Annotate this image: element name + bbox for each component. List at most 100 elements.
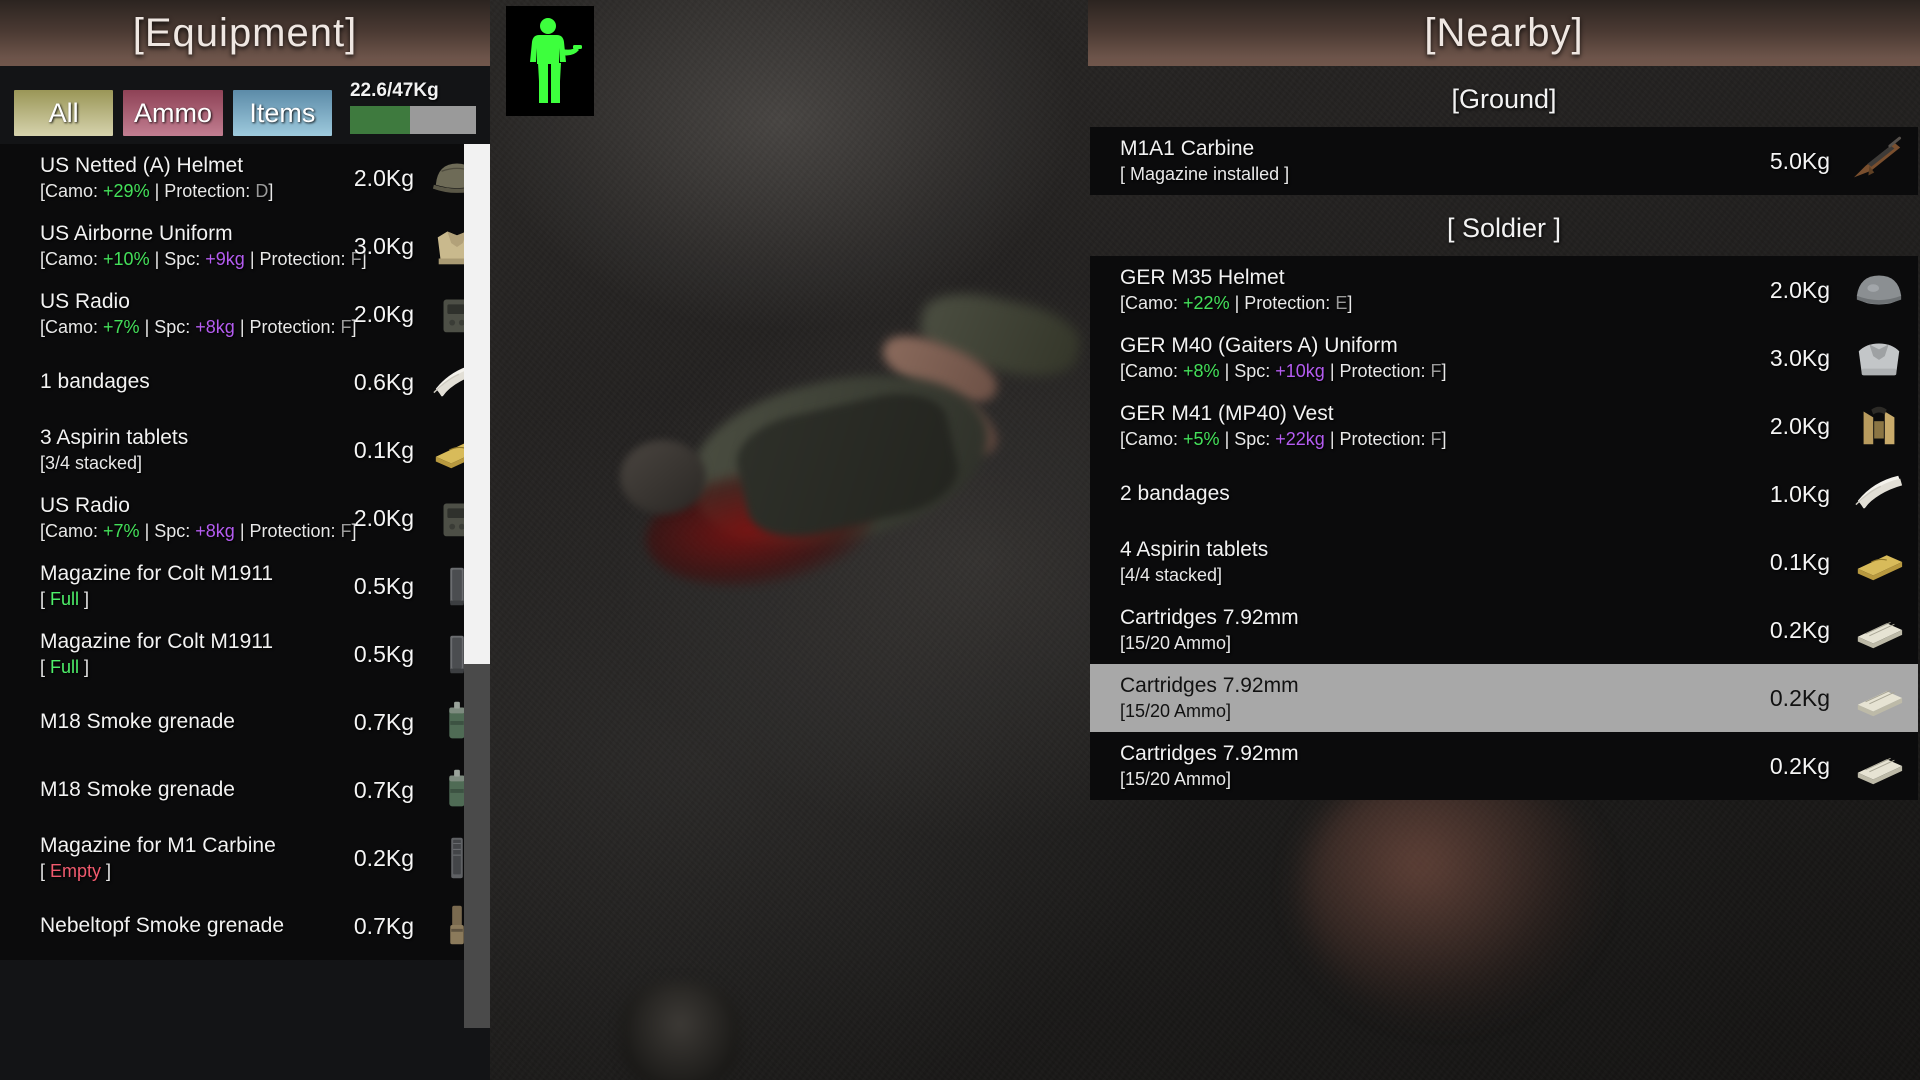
equipment-scrollbar-thumb[interactable] <box>464 144 490 664</box>
item-row[interactable]: Magazine for Colt M1911 [ Full ] 0.5Kg <box>0 620 490 688</box>
filter-button-all[interactable]: All <box>14 90 114 136</box>
item-row[interactable]: US Netted (A) Helmet [Camo: +29% | Protec… <box>0 144 490 212</box>
item-main: Cartridges 7.92mm [15/20 Ammo] <box>1120 674 1744 722</box>
stat-prot-value: E <box>1335 293 1348 313</box>
equipment-panel-title: [Equipment] <box>0 0 490 66</box>
stat-text: | Protection: <box>1324 361 1431 381</box>
item-subtext: [ Magazine installed ] <box>1120 164 1290 184</box>
stat-text: ] <box>1441 361 1447 381</box>
item-row[interactable]: GER M41 (MP40) Vest [Camo: +5% | Spc: +22… <box>1090 392 1918 460</box>
item-row[interactable]: US Airborne Uniform [Camo: +10% | Spc: +9… <box>0 212 490 280</box>
item-row[interactable]: US Radio [Camo: +7% | Spc: +8kg | Protect… <box>0 280 490 348</box>
stat-spc-value: +8kg <box>195 317 235 337</box>
item-status: [ Full ] <box>40 589 334 610</box>
stat-camo-value: +10% <box>103 249 150 269</box>
item-row[interactable]: M18 Smoke grenade 0.7Kg <box>0 756 490 824</box>
stat-text: | Spc: <box>149 249 206 269</box>
item-row[interactable]: M18 Smoke grenade 0.7Kg <box>0 688 490 756</box>
nearby-item-list-1[interactable]: GER M35 Helmet [Camo: +22% | Protection: … <box>1090 256 1918 800</box>
item-row[interactable]: Cartridges 7.92mm [15/20 Ammo] 0.2Kg <box>1090 732 1918 800</box>
item-weight: 3.0Kg <box>353 232 414 259</box>
item-name: GER M40 (Gaiters A) Uniform <box>1120 334 1398 357</box>
nearby-item-list-0[interactable]: M1A1 Carbine [ Magazine installed ] 5.0Kg <box>1090 127 1918 195</box>
item-row[interactable]: Magazine for M1 Carbine [ Empty ] 0.2Kg <box>0 824 490 892</box>
item-name: GER M41 (MP40) Vest <box>1120 402 1334 425</box>
equipment-filter-bar: All Ammo Items 22.6/47Kg <box>0 66 490 144</box>
item-row[interactable]: 4 Aspirin tablets [4/4 stacked] 0.1Kg <box>1090 528 1918 596</box>
stat-text: | Protection: <box>149 181 256 201</box>
item-weight: 0.5Kg <box>353 640 414 667</box>
item-row[interactable]: 2 bandages 1.0Kg <box>1090 460 1918 528</box>
item-stats: [Camo: +10% | Spc: +9kg | Protection: F] <box>40 249 367 270</box>
stat-camo-value: +22% <box>1183 293 1230 313</box>
item-row[interactable]: GER M35 Helmet [Camo: +22% | Protection: … <box>1090 256 1918 324</box>
item-name: M1A1 Carbine <box>1120 137 1255 160</box>
item-weight: 0.7Kg <box>353 776 414 803</box>
section-heading-1: [ Soldier ] <box>1446 213 1562 243</box>
item-main: GER M35 Helmet [Camo: +22% | Protection: … <box>1120 266 1744 314</box>
item-weight: 0.2Kg <box>1769 752 1830 779</box>
filter-button-ammo[interactable]: Ammo <box>123 90 223 136</box>
stat-camo-value: +29% <box>103 181 150 201</box>
item-weight: 1.0Kg <box>1769 480 1830 507</box>
item-weight: 3.0Kg <box>1769 344 1830 371</box>
stat-camo-value: +7% <box>103 521 140 541</box>
item-weight: 0.7Kg <box>353 912 414 939</box>
status-badge: Full <box>50 657 80 677</box>
uniform-ger-icon <box>1840 330 1918 386</box>
item-weight: 2.0Kg <box>1769 276 1830 303</box>
stat-text: | Spc: <box>1219 361 1276 381</box>
item-name: Magazine for Colt M1911 <box>40 562 274 585</box>
stat-spc-value: +9kg <box>205 249 245 269</box>
item-row[interactable]: Nebeltopf Smoke grenade 0.7Kg <box>0 892 490 960</box>
filter-button-items[interactable]: Items <box>232 90 332 136</box>
stat-spc-value: +10kg <box>1275 361 1325 381</box>
item-row[interactable]: 1 bandages 0.6Kg <box>0 348 490 416</box>
stat-text: [Camo: <box>40 181 104 201</box>
item-subtext: [15/20 Ammo] <box>1120 701 1232 721</box>
equipment-item-list[interactable]: US Netted (A) Helmet [Camo: +29% | Protec… <box>0 144 490 960</box>
item-subtext: [15/20 Ammo] <box>1120 633 1232 653</box>
cartridges-icon <box>1840 670 1918 726</box>
item-stats: [Camo: +7% | Spc: +8kg | Protection: F] <box>40 317 357 338</box>
item-weight: 0.2Kg <box>1769 684 1830 711</box>
item-main: 1 bandages <box>40 370 334 394</box>
equipment-panel-body: All Ammo Items 22.6/47Kg US Netted (A) H… <box>0 66 490 1080</box>
item-main: US Airborne Uniform [Camo: +10% | Spc: +9… <box>40 222 367 270</box>
item-row[interactable]: Cartridges 7.92mm [15/20 Ammo] 0.2Kg <box>1090 664 1918 732</box>
item-row[interactable]: Magazine for Colt M1911 [ Full ] 0.5Kg <box>0 552 490 620</box>
item-subtext: [15/20 Ammo] <box>1120 769 1232 789</box>
item-weight: 0.1Kg <box>1769 548 1830 575</box>
item-name: 2 bandages <box>1120 482 1230 505</box>
nearby-panel-title: [Nearby] <box>1088 0 1920 66</box>
stat-prot-value: F <box>1430 361 1442 381</box>
item-main: Cartridges 7.92mm [15/20 Ammo] <box>1120 606 1744 654</box>
item-main: US Radio [Camo: +7% | Spc: +8kg | Protect… <box>40 494 357 542</box>
bracket-open: [ <box>40 589 51 609</box>
item-row[interactable]: M1A1 Carbine [ Magazine installed ] 5.0Kg <box>1090 127 1918 195</box>
carry-weight-indicator: 22.6/47Kg <box>349 80 476 136</box>
stat-spc-value: +8kg <box>195 521 235 541</box>
bracket-open: [ <box>40 861 51 881</box>
helmet-ger-icon <box>1840 262 1918 318</box>
item-weight: 2.0Kg <box>353 164 414 191</box>
item-main: Magazine for M1 Carbine [ Empty ] <box>40 834 334 882</box>
aspirin-icon <box>1840 534 1918 590</box>
player-silhouette-badge <box>506 6 594 116</box>
item-row[interactable]: GER M40 (Gaiters A) Uniform [Camo: +8% | … <box>1090 324 1918 392</box>
item-weight: 0.6Kg <box>353 368 414 395</box>
stat-text: | Spc: <box>1219 429 1276 449</box>
carbine-icon <box>1840 133 1918 189</box>
equipment-scrollbar[interactable] <box>464 144 490 1028</box>
item-row[interactable]: US Radio [Camo: +7% | Spc: +8kg | Protect… <box>0 484 490 552</box>
item-main: 3 Aspirin tablets [3/4 stacked] <box>40 426 334 474</box>
item-name: Cartridges 7.92mm <box>1120 606 1299 629</box>
item-main: Magazine for Colt M1911 [ Full ] <box>40 630 334 678</box>
stat-text: | Spc: <box>139 521 196 541</box>
corpse-head <box>620 440 706 514</box>
item-main: Magazine for Colt M1911 [ Full ] <box>40 562 334 610</box>
stat-camo-value: +7% <box>103 317 140 337</box>
item-row[interactable]: 3 Aspirin tablets [3/4 stacked] 0.1Kg <box>0 416 490 484</box>
item-row[interactable]: Cartridges 7.92mm [15/20 Ammo] 0.2Kg <box>1090 596 1918 664</box>
equipment-panel: [Equipment] All Ammo Items 22.6/47Kg US … <box>0 0 490 1080</box>
